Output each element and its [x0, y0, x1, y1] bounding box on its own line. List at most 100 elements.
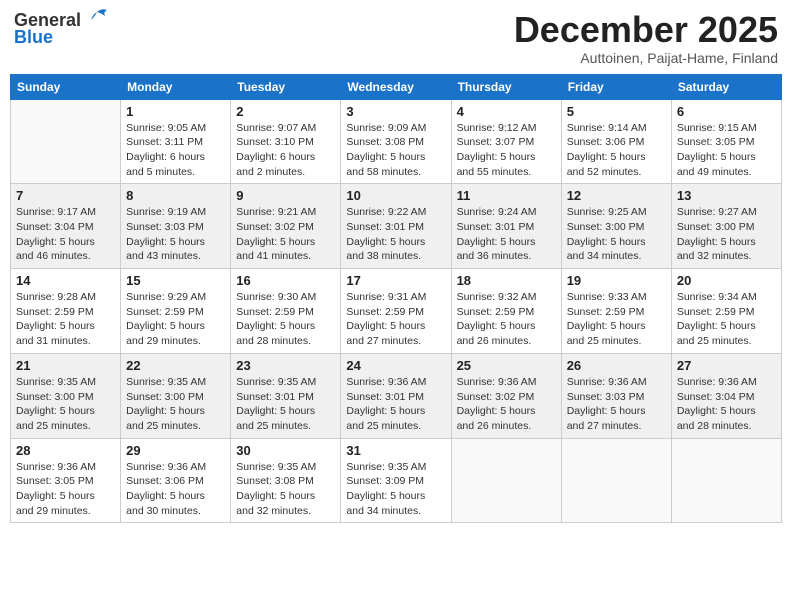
day-number: 29 [126, 443, 225, 458]
day-info: Sunrise: 9:19 AM Sunset: 3:03 PM Dayligh… [126, 205, 225, 264]
calendar-cell: 15 Sunrise: 9:29 AM Sunset: 2:59 PM Dayli… [121, 269, 231, 354]
day-info: Sunrise: 9:35 AM Sunset: 3:09 PM Dayligh… [346, 460, 445, 519]
day-number: 17 [346, 273, 445, 288]
calendar-cell: 1 Sunrise: 9:05 AM Sunset: 3:11 PM Daylig… [121, 99, 231, 184]
day-info: Sunrise: 9:35 AM Sunset: 3:00 PM Dayligh… [126, 375, 225, 434]
calendar-cell [671, 438, 781, 523]
day-number: 9 [236, 188, 335, 203]
day-number: 5 [567, 104, 666, 119]
calendar-cell: 10Sunrise: 9:22 AM Sunset: 3:01 PM Dayli… [341, 184, 451, 269]
weekday-header-friday: Friday [561, 74, 671, 99]
calendar-cell: 17 Sunrise: 9:31 AM Sunset: 2:59 PM Dayli… [341, 269, 451, 354]
page-header: General Blue December 2025 Auttoinen, Pa… [10, 10, 782, 66]
day-number: 11 [457, 188, 556, 203]
calendar-cell: 27 Sunrise: 9:36 AM Sunset: 3:04 PM Dayli… [671, 353, 781, 438]
day-info: Sunrise: 9:35 AM Sunset: 3:01 PM Dayligh… [236, 375, 335, 434]
calendar-cell: 26 Sunrise: 9:36 AM Sunset: 3:03 PM Dayli… [561, 353, 671, 438]
day-info: Sunrise: 9:15 AM Sunset: 3:05 PM Dayligh… [677, 121, 776, 180]
weekday-header-wednesday: Wednesday [341, 74, 451, 99]
weekday-header-sunday: Sunday [11, 74, 121, 99]
calendar-cell: 22 Sunrise: 9:35 AM Sunset: 3:00 PM Dayli… [121, 353, 231, 438]
weekday-header-thursday: Thursday [451, 74, 561, 99]
calendar-week-row: 1 Sunrise: 9:05 AM Sunset: 3:11 PM Daylig… [11, 99, 782, 184]
day-number: 2 [236, 104, 335, 119]
day-info: Sunrise: 9:07 AM Sunset: 3:10 PM Dayligh… [236, 121, 335, 180]
day-info: Sunrise: 9:09 AM Sunset: 3:08 PM Dayligh… [346, 121, 445, 180]
day-info: Sunrise: 9:32 AM Sunset: 2:59 PM Dayligh… [457, 290, 556, 349]
calendar-cell: 6Sunrise: 9:15 AM Sunset: 3:05 PM Daylig… [671, 99, 781, 184]
day-info: Sunrise: 9:24 AM Sunset: 3:01 PM Dayligh… [457, 205, 556, 264]
day-number: 20 [677, 273, 776, 288]
day-number: 28 [16, 443, 115, 458]
day-info: Sunrise: 9:36 AM Sunset: 3:04 PM Dayligh… [677, 375, 776, 434]
weekday-header-monday: Monday [121, 74, 231, 99]
weekday-header-tuesday: Tuesday [231, 74, 341, 99]
day-info: Sunrise: 9:17 AM Sunset: 3:04 PM Dayligh… [16, 205, 115, 264]
calendar-cell: 21 Sunrise: 9:35 AM Sunset: 3:00 PM Dayli… [11, 353, 121, 438]
calendar-cell: 9 Sunrise: 9:21 AM Sunset: 3:02 PM Daylig… [231, 184, 341, 269]
day-info: Sunrise: 9:29 AM Sunset: 2:59 PM Dayligh… [126, 290, 225, 349]
logo: General Blue [14, 10, 111, 48]
calendar-cell: 25 Sunrise: 9:36 AM Sunset: 3:02 PM Dayli… [451, 353, 561, 438]
day-number: 7 [16, 188, 115, 203]
location-subtitle: Auttoinen, Paijat-Hame, Finland [514, 50, 778, 66]
day-number: 13 [677, 188, 776, 203]
calendar-cell: 16Sunrise: 9:30 AM Sunset: 2:59 PM Dayli… [231, 269, 341, 354]
day-number: 26 [567, 358, 666, 373]
calendar-cell: 13 Sunrise: 9:27 AM Sunset: 3:00 PM Dayli… [671, 184, 781, 269]
calendar-cell: 5 Sunrise: 9:14 AM Sunset: 3:06 PM Daylig… [561, 99, 671, 184]
day-number: 14 [16, 273, 115, 288]
calendar-cell: 7 Sunrise: 9:17 AM Sunset: 3:04 PM Daylig… [11, 184, 121, 269]
calendar-cell: 19Sunrise: 9:33 AM Sunset: 2:59 PM Dayli… [561, 269, 671, 354]
day-number: 10 [346, 188, 445, 203]
day-number: 15 [126, 273, 225, 288]
calendar-table: SundayMondayTuesdayWednesdayThursdayFrid… [10, 74, 782, 524]
day-info: Sunrise: 9:21 AM Sunset: 3:02 PM Dayligh… [236, 205, 335, 264]
calendar-cell: 2 Sunrise: 9:07 AM Sunset: 3:10 PM Daylig… [231, 99, 341, 184]
day-info: Sunrise: 9:36 AM Sunset: 3:03 PM Dayligh… [567, 375, 666, 434]
calendar-cell: 30 Sunrise: 9:35 AM Sunset: 3:08 PM Dayli… [231, 438, 341, 523]
title-block: December 2025 Auttoinen, Paijat-Hame, Fi… [514, 10, 778, 66]
day-info: Sunrise: 9:36 AM Sunset: 3:01 PM Dayligh… [346, 375, 445, 434]
day-number: 1 [126, 104, 225, 119]
day-info: Sunrise: 9:25 AM Sunset: 3:00 PM Dayligh… [567, 205, 666, 264]
day-info: Sunrise: 9:36 AM Sunset: 3:02 PM Dayligh… [457, 375, 556, 434]
day-number: 22 [126, 358, 225, 373]
logo-blue: Blue [14, 27, 111, 48]
calendar-cell: 20 Sunrise: 9:34 AM Sunset: 2:59 PM Dayli… [671, 269, 781, 354]
day-number: 23 [236, 358, 335, 373]
day-number: 30 [236, 443, 335, 458]
day-number: 21 [16, 358, 115, 373]
calendar-cell: 4 Sunrise: 9:12 AM Sunset: 3:07 PM Daylig… [451, 99, 561, 184]
calendar-week-row: 21 Sunrise: 9:35 AM Sunset: 3:00 PM Dayli… [11, 353, 782, 438]
day-number: 27 [677, 358, 776, 373]
day-number: 4 [457, 104, 556, 119]
day-info: Sunrise: 9:27 AM Sunset: 3:00 PM Dayligh… [677, 205, 776, 264]
day-number: 24 [346, 358, 445, 373]
calendar-cell: 28Sunrise: 9:36 AM Sunset: 3:05 PM Dayli… [11, 438, 121, 523]
day-info: Sunrise: 9:30 AM Sunset: 2:59 PM Dayligh… [236, 290, 335, 349]
calendar-week-row: 14 Sunrise: 9:28 AM Sunset: 2:59 PM Dayli… [11, 269, 782, 354]
calendar-week-row: 28Sunrise: 9:36 AM Sunset: 3:05 PM Dayli… [11, 438, 782, 523]
calendar-cell: 18 Sunrise: 9:32 AM Sunset: 2:59 PM Dayli… [451, 269, 561, 354]
day-info: Sunrise: 9:14 AM Sunset: 3:06 PM Dayligh… [567, 121, 666, 180]
calendar-cell: 3Sunrise: 9:09 AM Sunset: 3:08 PM Daylig… [341, 99, 451, 184]
calendar-cell [451, 438, 561, 523]
calendar-cell [561, 438, 671, 523]
day-info: Sunrise: 9:35 AM Sunset: 3:08 PM Dayligh… [236, 460, 335, 519]
day-info: Sunrise: 9:31 AM Sunset: 2:59 PM Dayligh… [346, 290, 445, 349]
calendar-cell: 11 Sunrise: 9:24 AM Sunset: 3:01 PM Dayli… [451, 184, 561, 269]
day-number: 25 [457, 358, 556, 373]
day-number: 18 [457, 273, 556, 288]
day-info: Sunrise: 9:12 AM Sunset: 3:07 PM Dayligh… [457, 121, 556, 180]
calendar-cell: 29 Sunrise: 9:36 AM Sunset: 3:06 PM Dayli… [121, 438, 231, 523]
day-info: Sunrise: 9:35 AM Sunset: 3:00 PM Dayligh… [16, 375, 115, 434]
day-info: Sunrise: 9:28 AM Sunset: 2:59 PM Dayligh… [16, 290, 115, 349]
day-info: Sunrise: 9:05 AM Sunset: 3:11 PM Dayligh… [126, 121, 225, 180]
calendar-cell: 31Sunrise: 9:35 AM Sunset: 3:09 PM Dayli… [341, 438, 451, 523]
day-info: Sunrise: 9:36 AM Sunset: 3:06 PM Dayligh… [126, 460, 225, 519]
day-info: Sunrise: 9:34 AM Sunset: 2:59 PM Dayligh… [677, 290, 776, 349]
weekday-header-saturday: Saturday [671, 74, 781, 99]
day-number: 19 [567, 273, 666, 288]
calendar-cell: 24 Sunrise: 9:36 AM Sunset: 3:01 PM Dayli… [341, 353, 451, 438]
